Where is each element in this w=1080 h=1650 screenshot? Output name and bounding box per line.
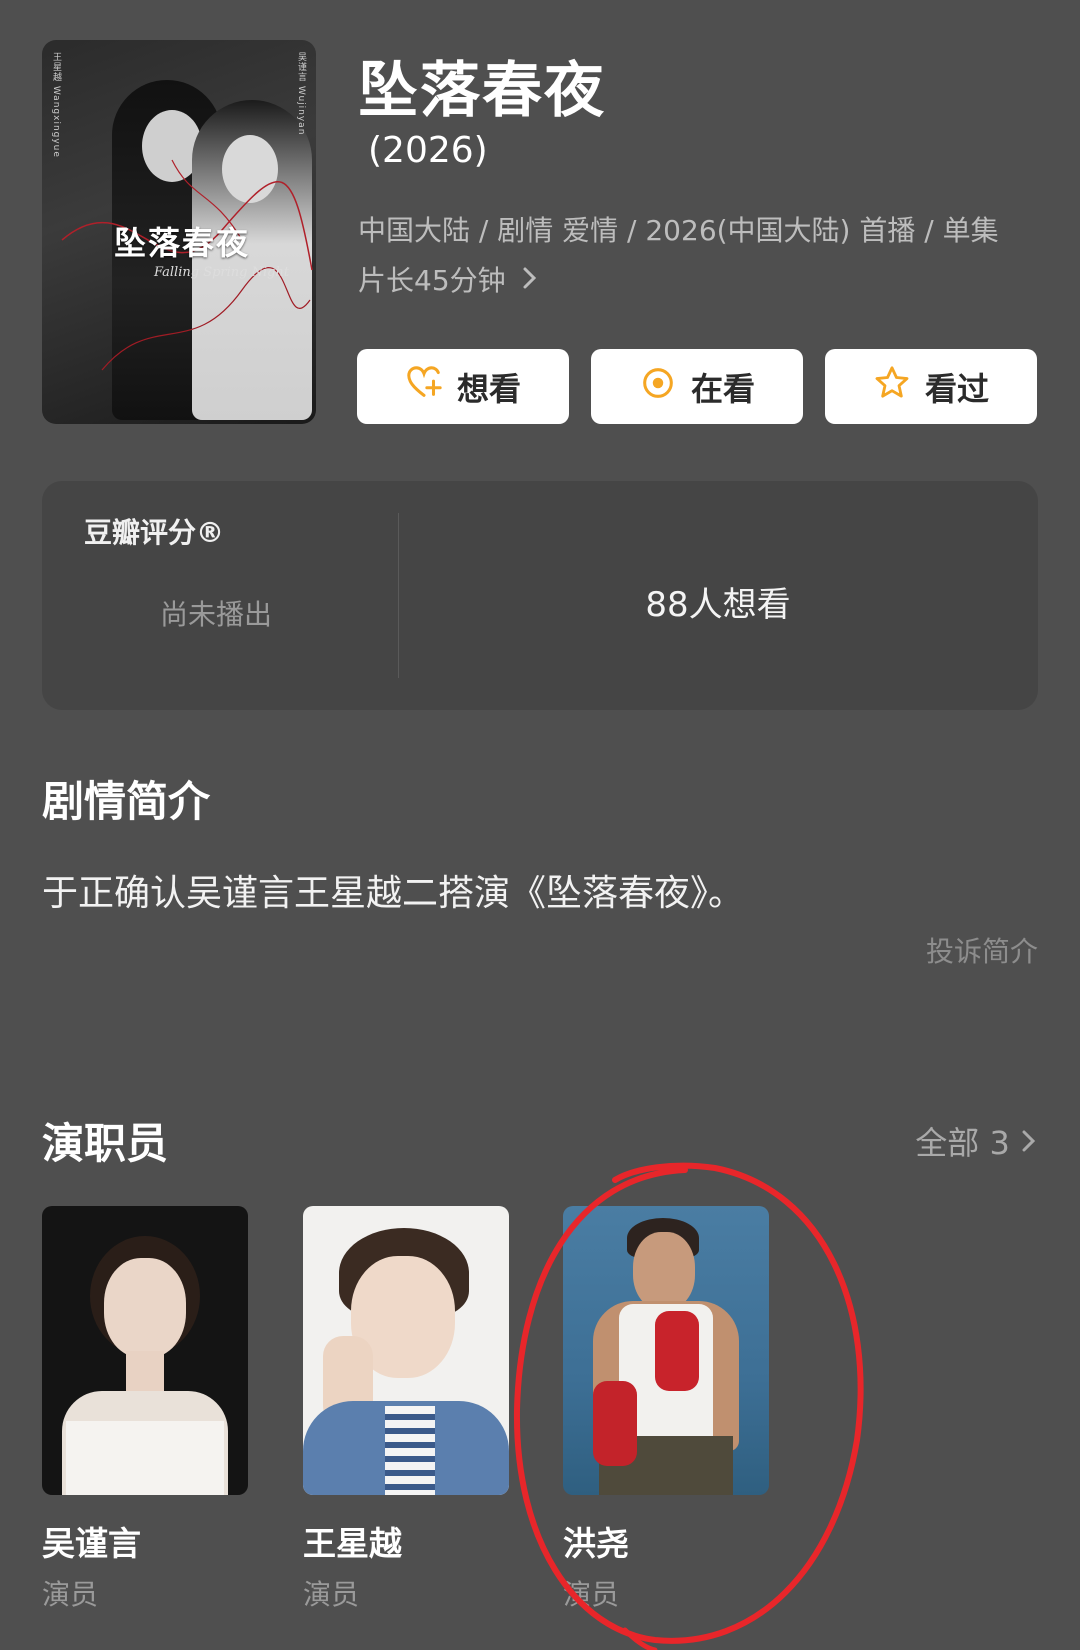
synopsis-text: 于正确认吴谨言王星越二搭演《坠落春夜》。 (42, 873, 745, 914)
cast-all-label: 全部 3 (915, 1124, 1010, 1162)
rating-label: 豆瓣评分® (84, 516, 225, 549)
cast-all-link[interactable]: 全部 3 (915, 1118, 1038, 1164)
target-icon (639, 364, 677, 410)
chevron-right-icon (512, 264, 539, 297)
cast-photo (563, 1206, 769, 1495)
show-meta-text: 中国大陆 / 剧情 爱情 / 2026(中国大陆) 首播 / 单集片长45分钟 (358, 214, 999, 297)
poster-name-right: 吴谨言 Wujinyan (296, 52, 306, 136)
report-synopsis-link[interactable]: 投诉简介 (926, 930, 1038, 970)
cast-photo (42, 1206, 248, 1495)
poster-image[interactable]: 王星越 Wangxingyue 吴谨言 Wujinyan 坠落春夜 Fallin… (42, 40, 316, 424)
show-title: 坠落春夜 (358, 56, 606, 126)
cast-member[interactable]: 洪尧 演员 (563, 1206, 769, 1613)
star-icon (873, 364, 911, 410)
cast-heading: 演职员 (42, 1119, 169, 1168)
cast-role: 演员 (563, 1578, 620, 1611)
cast-photo (303, 1206, 509, 1495)
rating-card[interactable]: 豆瓣评分® 尚未播出 88人想看 (42, 481, 1038, 710)
poster-name-left: 王星越 Wangxingyue (51, 52, 61, 158)
want-button-label: 想看 (456, 369, 521, 408)
cast-name: 王星越 (303, 1524, 402, 1563)
cast-name: 吴谨言 (42, 1524, 141, 1563)
cast-member[interactable]: 王星越 演员 (303, 1206, 509, 1613)
synopsis-heading: 剧情简介 (42, 777, 211, 826)
watching-button-label: 在看 (690, 369, 755, 408)
poster-subtitle-art: Falling Spring Night (154, 265, 290, 280)
chevron-right-icon (1020, 1124, 1038, 1162)
action-buttons: 想看 在看 看过 (357, 349, 1037, 424)
cast-name: 洪尧 (563, 1524, 629, 1563)
cast-role: 演员 (42, 1578, 99, 1611)
want-count: 88人想看 (645, 585, 791, 625)
show-meta-link[interactable]: 中国大陆 / 剧情 爱情 / 2026(中国大陆) 首播 / 单集片长45分钟 (358, 206, 1018, 306)
heart-plus-icon (405, 364, 443, 410)
poster-title-art: 坠落春夜 (114, 224, 251, 262)
show-year: (2026) (368, 130, 488, 171)
watching-button[interactable]: 在看 (591, 349, 803, 424)
rating-status: 尚未播出 (160, 598, 273, 631)
want-button[interactable]: 想看 (357, 349, 569, 424)
watched-button[interactable]: 看过 (825, 349, 1037, 424)
cast-member[interactable]: 吴谨言 演员 (42, 1206, 248, 1613)
watched-button-label: 看过 (924, 369, 989, 408)
cast-role: 演员 (303, 1578, 360, 1611)
